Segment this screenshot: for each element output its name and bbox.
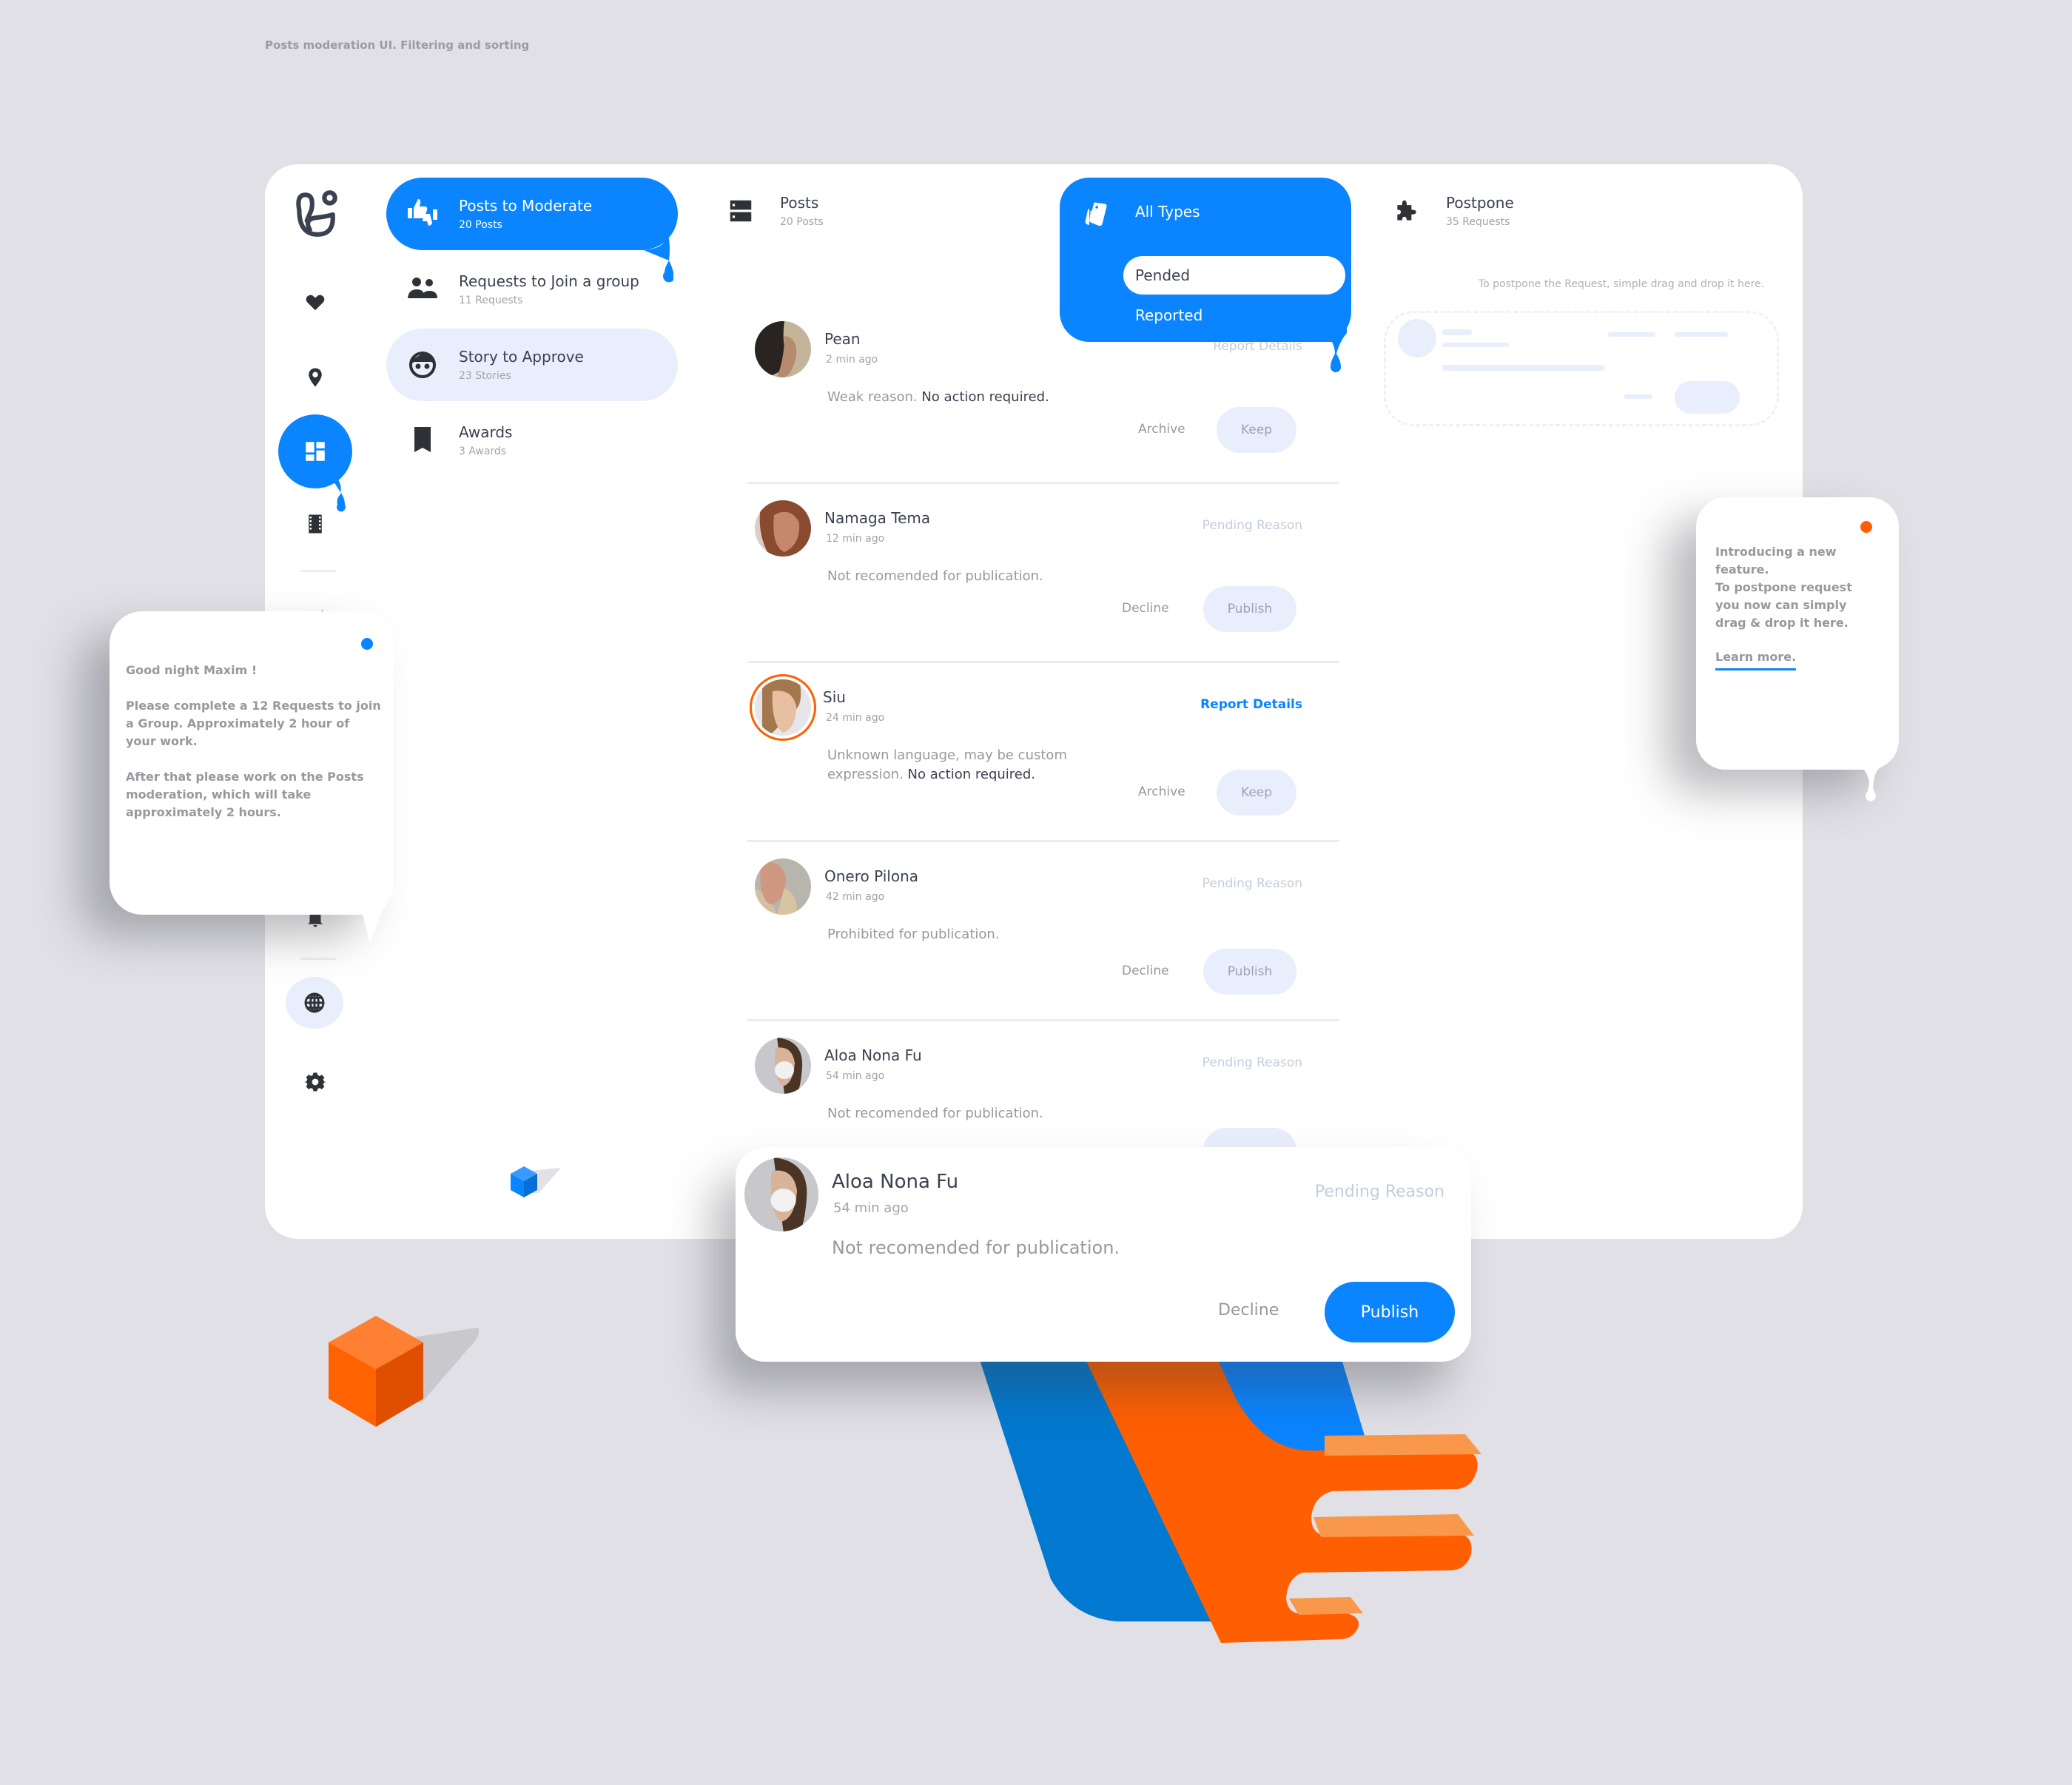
rail-divider: [300, 958, 336, 960]
logo-icon[interactable]: [289, 186, 343, 241]
post-message: Unknown language, may be custom expressi…: [827, 747, 1067, 782]
film-icon[interactable]: [293, 502, 337, 546]
postpone-drop-zone[interactable]: [1384, 311, 1779, 426]
type-filter-label: All Types: [1135, 203, 1200, 221]
pending-reason-link[interactable]: Pending Reason: [1202, 1055, 1302, 1070]
keep-button[interactable]: Keep: [1217, 770, 1296, 816]
avatar: [744, 1157, 818, 1231]
finger-top-highlight: [1325, 1434, 1481, 1456]
tooltip-drip: [1856, 764, 1886, 801]
cards-icon: [1085, 202, 1107, 226]
tooltip-title: Introducing a new feature.: [1715, 545, 1837, 576]
decline-button[interactable]: Decline: [1122, 601, 1169, 616]
thumbs-up-down-icon: [386, 196, 459, 232]
tooltip-paragraph: After that please work on the Posts mode…: [126, 770, 364, 819]
location-pin-icon[interactable]: [293, 355, 337, 400]
archive-button[interactable]: Archive: [1138, 784, 1185, 799]
face-icon: [386, 347, 459, 383]
finger-low-highlight: [1289, 1597, 1363, 1615]
skeleton-line: [1624, 394, 1652, 399]
post-item[interactable]: Aloa Nona Fu 54 min ago Pending Reason N…: [747, 1021, 1339, 1147]
posts-column-header: Posts 20 Posts: [727, 194, 824, 228]
skeleton-line: [1442, 365, 1605, 371]
orange-cube-illustration: [329, 1316, 480, 1427]
decline-button[interactable]: Decline: [1122, 964, 1169, 978]
nav-story-to-approve[interactable]: Story to Approve 23 Stories: [386, 329, 678, 401]
skeleton-avatar: [1398, 319, 1436, 357]
avatar: [755, 321, 811, 377]
daily-plan-tooltip: Good night Maxim ! Please complete a 12 …: [110, 611, 394, 915]
bookmark-icon: [386, 423, 459, 458]
globe-nav-button[interactable]: [286, 977, 343, 1029]
unread-dot: [1860, 521, 1872, 533]
dashboard-icon: [306, 442, 325, 461]
post-message: Not recomended for publication.: [832, 1237, 1120, 1258]
publish-button[interactable]: Publish: [1203, 949, 1296, 995]
publish-button[interactable]: Publish: [1325, 1282, 1455, 1342]
people-icon: [386, 272, 459, 307]
dragged-post-card[interactable]: Aloa Nona Fu 54 min ago Pending Reason N…: [736, 1147, 1471, 1362]
publish-button[interactable]: Publish: [1203, 586, 1296, 632]
type-filter-dropdown[interactable]: All Types Pended Reported: [1060, 178, 1351, 342]
skeleton-line: [1675, 332, 1728, 337]
learn-more-link[interactable]: Learn more.: [1715, 650, 1797, 670]
postpone-column-header: Postpone 35 Requests: [1393, 194, 1514, 228]
skeleton-line: [1442, 329, 1472, 335]
keep-button[interactable]: Keep: [1217, 407, 1296, 453]
blue-cube-illustration: [511, 1166, 561, 1197]
server-icon: [730, 200, 752, 222]
tooltip-paragraph: To postpone request you now can simply d…: [1715, 580, 1852, 630]
post-item[interactable]: Siu 24 min ago Report Details Unknown la…: [747, 663, 1339, 842]
avatar: [755, 679, 811, 736]
filter-option-pended[interactable]: Pended: [1123, 256, 1345, 295]
avatar: [755, 500, 811, 557]
post-message: Not recomended for publication.: [827, 568, 1043, 584]
post-item[interactable]: Namaga Tema 12 min ago Pending Reason No…: [747, 484, 1339, 663]
new-feature-tooltip: Introducing a new feature. To postpone r…: [1696, 497, 1899, 770]
filter-dropdown-drip: [1302, 326, 1347, 372]
post-message: Not recomended for publication.: [827, 1106, 1043, 1121]
globe-icon: [304, 992, 325, 1013]
rail-divider: [300, 570, 336, 572]
puzzle-icon: [1397, 200, 1416, 221]
tooltip-greeting: Good night Maxim !: [126, 663, 258, 677]
page-caption: Posts moderation UI. Filtering and sorti…: [265, 38, 530, 52]
finger-mid-highlight: [1314, 1514, 1474, 1537]
gear-icon[interactable]: [293, 1060, 337, 1104]
pending-reason-link[interactable]: Pending Reason: [1202, 876, 1302, 891]
skeleton-button: [1675, 381, 1740, 414]
archive-button[interactable]: Archive: [1138, 422, 1185, 437]
avatar: [755, 858, 811, 915]
heart-icon[interactable]: [293, 280, 337, 324]
postpone-hint: To postpone the Request, simple drag and…: [1479, 278, 1765, 290]
decline-button[interactable]: Decline: [1218, 1301, 1279, 1320]
nav-requests-to-join[interactable]: Requests to Join a group 11 Requests: [386, 253, 678, 326]
tooltip-paragraph: Please complete a 12 Requests to join a …: [126, 699, 381, 748]
avatar: [755, 1038, 811, 1094]
post-message: Weak reason. No action required.: [827, 389, 1049, 405]
tooltip-drip: [360, 903, 389, 944]
post-message: Prohibited for publication.: [827, 927, 1000, 942]
unread-dot: [361, 638, 373, 650]
post-item[interactable]: Onero Pilona 42 min ago Pending Reason P…: [747, 842, 1339, 1021]
skeleton-line: [1608, 332, 1655, 337]
nav-posts-to-moderate[interactable]: Posts to Moderate 20 Posts: [386, 178, 678, 250]
pending-reason-link[interactable]: Pending Reason: [1202, 518, 1302, 533]
nav-awards[interactable]: Awards 3 Awards: [386, 404, 678, 477]
report-details-link[interactable]: Report Details: [1200, 697, 1302, 712]
skeleton-line: [1442, 343, 1509, 347]
pending-reason-link[interactable]: Pending Reason: [1315, 1183, 1444, 1201]
publish-button[interactable]: [1203, 1128, 1296, 1147]
